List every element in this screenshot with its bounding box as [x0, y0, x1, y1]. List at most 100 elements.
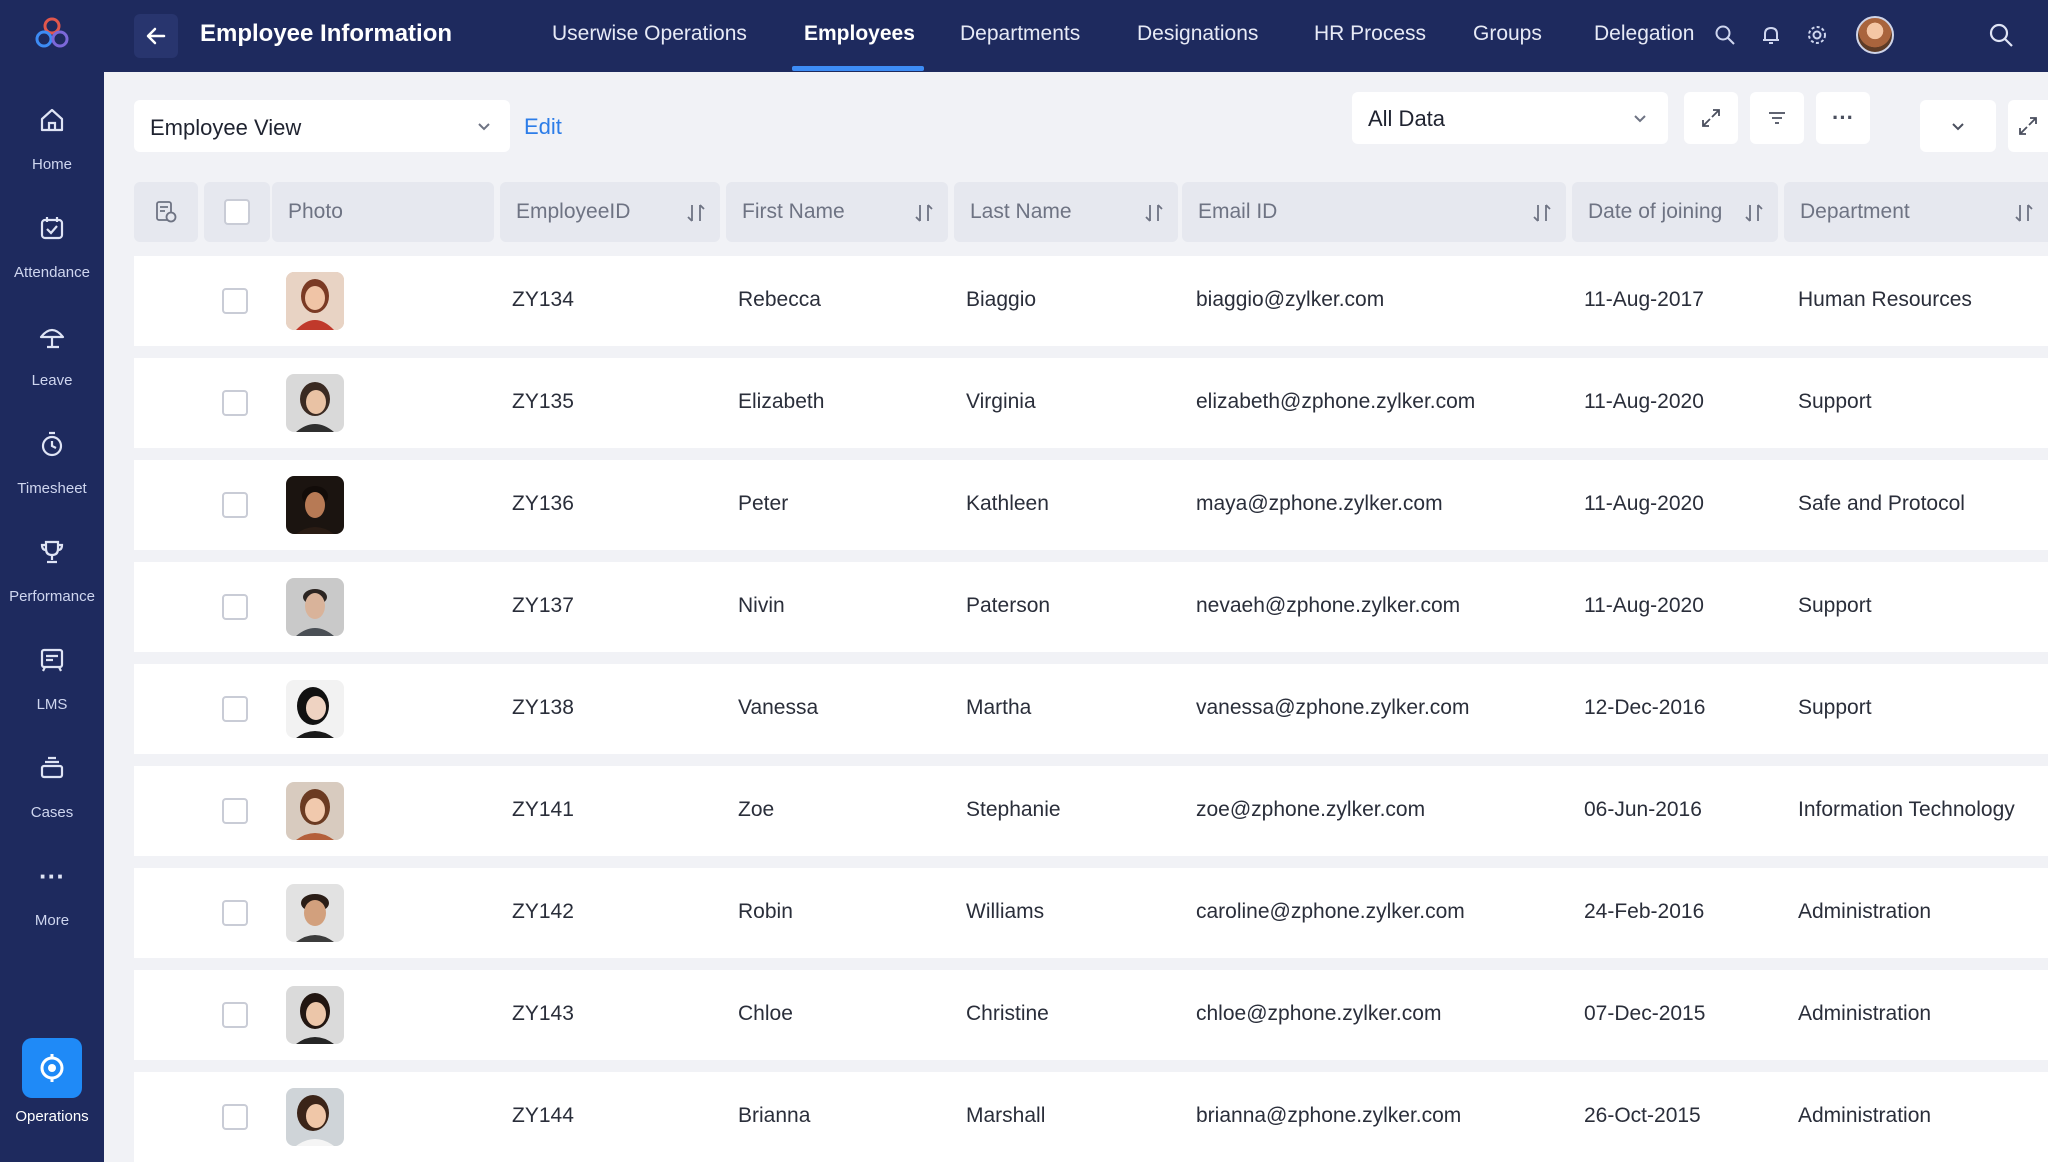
cell-employee-id: ZY134 — [512, 288, 574, 311]
calendar-check-icon — [28, 204, 76, 252]
cell-first-name: Brianna — [738, 1104, 811, 1127]
select-all-cell — [204, 182, 270, 242]
sidebar-item-timesheet[interactable]: Timesheet — [0, 420, 104, 520]
table-row[interactable]: ZY143 Chloe Christine chloe@zphone.zylke… — [134, 970, 2048, 1060]
sidebar-item-home[interactable]: Home — [0, 96, 104, 196]
tab-departments[interactable]: Departments — [960, 22, 1080, 46]
cell-employee-id: ZY136 — [512, 492, 574, 515]
table-row[interactable]: ZY138 Vanessa Martha vanessa@zphone.zylk… — [134, 664, 2048, 754]
cell-email: caroline@zphone.zylker.com — [1196, 900, 1465, 923]
search-icon[interactable] — [1712, 22, 1738, 48]
sort-icon[interactable] — [914, 202, 934, 224]
cell-first-name: Nivin — [738, 594, 785, 617]
sidebar-item-label: Operations — [15, 1108, 89, 1125]
filter-button[interactable] — [1750, 92, 1804, 144]
select-all-checkbox[interactable] — [224, 199, 250, 225]
cell-last-name: Martha — [966, 696, 1032, 719]
table-row[interactable]: ZY144 Brianna Marshall brianna@zphone.zy… — [134, 1072, 2048, 1162]
tab-delegation[interactable]: Delegation — [1594, 22, 1694, 46]
cell-department: Human Resources — [1798, 288, 1972, 311]
sidebar-item-operations[interactable]: Operations — [0, 1038, 104, 1144]
column-header-label: First Name — [742, 200, 845, 223]
table-row[interactable]: ZY141 Zoe Stephanie zoe@zphone.zylker.co… — [134, 766, 2048, 856]
tab-groups[interactable]: Groups — [1473, 22, 1542, 46]
data-filter-dropdown[interactable]: All Data — [1352, 92, 1668, 144]
tab-designations[interactable]: Designations — [1137, 22, 1258, 46]
cell-date-of-joining: 11-Aug-2020 — [1584, 390, 1704, 413]
employee-photo — [286, 578, 344, 636]
row-checkbox[interactable] — [222, 798, 248, 824]
cell-email: chloe@zphone.zylker.com — [1196, 1002, 1442, 1025]
expand-view-button[interactable] — [2008, 100, 2048, 152]
column-header-label: EmployeeID — [516, 200, 631, 223]
cell-last-name: Kathleen — [966, 492, 1049, 515]
column-header-last-name[interactable]: Last Name — [954, 182, 1178, 242]
cell-first-name: Rebecca — [738, 288, 821, 311]
expand-arrows-icon — [2019, 117, 2037, 135]
cell-email: maya@zphone.zylker.com — [1196, 492, 1443, 515]
column-header-employeeid[interactable]: EmployeeID — [500, 182, 720, 242]
sidebar-item-lms[interactable]: LMS — [0, 636, 104, 736]
sidebar-item-performance[interactable]: Performance — [0, 528, 104, 628]
app-logo-icon[interactable] — [32, 14, 72, 54]
home-icon — [28, 96, 76, 144]
top-navigation-bar: Employee Information Userwise Operations… — [104, 0, 2048, 72]
sort-icon[interactable] — [1532, 202, 1552, 224]
column-header-department[interactable]: Department — [1784, 182, 2048, 242]
fullscreen-button[interactable] — [1684, 92, 1738, 144]
tab-hr-process[interactable]: HR Process — [1314, 22, 1426, 46]
table-row[interactable]: ZY135 Elizabeth Virginia elizabeth@zphon… — [134, 358, 2048, 448]
sidebar-item-cases[interactable]: Cases — [0, 744, 104, 844]
cell-email: biaggio@zylker.com — [1196, 288, 1385, 311]
user-avatar[interactable] — [1856, 16, 1894, 54]
table-row[interactable]: ZY134 Rebecca Biaggio biaggio@zylker.com… — [134, 256, 2048, 346]
global-search-icon[interactable] — [1988, 22, 2014, 48]
column-header-date-of-joining[interactable]: Date of joining — [1572, 182, 1778, 242]
more-options-button[interactable]: ··· — [1816, 92, 1870, 144]
sort-icon[interactable] — [1144, 202, 1164, 224]
sort-icon[interactable] — [686, 202, 706, 224]
row-checkbox[interactable] — [222, 390, 248, 416]
column-header-photo[interactable]: Photo — [272, 182, 494, 242]
edit-view-link[interactable]: Edit — [524, 114, 562, 140]
row-checkbox[interactable] — [222, 696, 248, 722]
tab-employees[interactable]: Employees — [804, 22, 915, 46]
sort-icon[interactable] — [2014, 202, 2034, 224]
sidebar-item-attendance[interactable]: Attendance — [0, 204, 104, 304]
column-header-first-name[interactable]: First Name — [726, 182, 948, 242]
view-selector-dropdown[interactable]: Employee View — [134, 100, 510, 152]
column-settings-button[interactable] — [134, 182, 198, 242]
sort-icon[interactable] — [1744, 202, 1764, 224]
cell-department: Administration — [1798, 900, 1932, 923]
row-checkbox[interactable] — [222, 492, 248, 518]
cell-last-name: Marshall — [966, 1104, 1046, 1127]
chevron-down-icon — [1634, 115, 1646, 123]
back-button[interactable] — [134, 14, 178, 58]
sidebar-item-more[interactable]: ··· More — [0, 852, 104, 952]
tab-userwise-operations[interactable]: Userwise Operations — [552, 22, 747, 46]
cell-date-of-joining: 11-Aug-2020 — [1584, 594, 1704, 617]
row-checkbox[interactable] — [222, 1104, 248, 1130]
row-checkbox[interactable] — [222, 288, 248, 314]
column-settings-icon — [156, 201, 177, 223]
cell-last-name: Virginia — [966, 390, 1036, 413]
cell-employee-id: ZY138 — [512, 696, 574, 719]
cell-department: Safe and Protocol — [1798, 492, 1965, 515]
gear-icon[interactable] — [1804, 22, 1830, 48]
sidebar-item-leave[interactable]: Leave — [0, 312, 104, 412]
bell-icon[interactable] — [1758, 22, 1784, 48]
cell-last-name: Stephanie — [966, 798, 1061, 821]
cell-email: nevaeh@zphone.zylker.com — [1196, 594, 1461, 617]
table-row[interactable]: ZY136 Peter Kathleen maya@zphone.zylker.… — [134, 460, 2048, 550]
employee-photo — [286, 476, 344, 534]
row-checkbox[interactable] — [222, 594, 248, 620]
row-checkbox[interactable] — [222, 1002, 248, 1028]
operations-icon — [22, 1038, 82, 1098]
column-header-email-id[interactable]: Email ID — [1182, 182, 1566, 242]
options-dropdown[interactable] — [1920, 100, 1996, 152]
table-row[interactable]: ZY142 Robin Williams caroline@zphone.zyl… — [134, 868, 2048, 958]
cell-department: Support — [1798, 696, 1872, 719]
employee-photo — [286, 782, 344, 840]
row-checkbox[interactable] — [222, 900, 248, 926]
table-row[interactable]: ZY137 Nivin Paterson nevaeh@zphone.zylke… — [134, 562, 2048, 652]
